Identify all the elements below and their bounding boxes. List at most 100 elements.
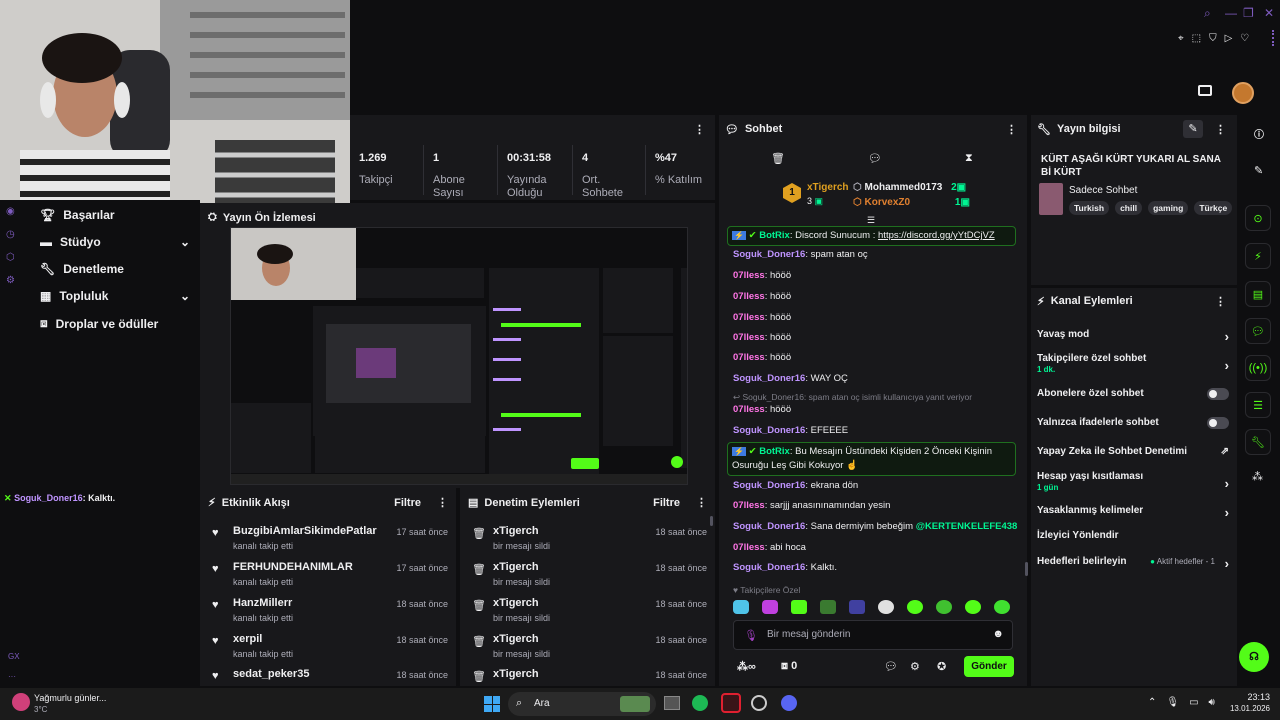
heart-icon[interactable]: ♡ xyxy=(1240,33,1249,44)
chat-user[interactable]: Soguk_Doner16 xyxy=(733,480,805,491)
taskbar-search[interactable]: ⌕ Ara xyxy=(508,692,656,716)
wrench-icon[interactable]: 🔧︎ xyxy=(1245,429,1271,455)
clock-date[interactable]: 13.01.2026 xyxy=(1222,704,1270,713)
mod-row[interactable]: 🗑︎ xTigerch bir mesajı sildi 18 saat önce xyxy=(472,561,707,595)
hourglass-icon[interactable]: ⧗ xyxy=(965,152,973,165)
search-icon[interactable]: ⌕ xyxy=(1204,6,1211,21)
action-subs-only[interactable]: Abonelere özel sohbet xyxy=(1037,388,1229,400)
chat-icon[interactable]: 💬︎ xyxy=(1245,318,1271,344)
emoji-icon[interactable]: ☻ xyxy=(992,628,1004,640)
task-view-icon[interactable] xyxy=(664,696,680,710)
kebab-icon[interactable]: ⋮ xyxy=(1215,123,1226,136)
toggle-switch[interactable] xyxy=(1207,388,1229,400)
chevron-up-icon[interactable]: ⌃ xyxy=(1148,697,1156,708)
nav-studio[interactable]: ▬ Stüdyo ⌄ xyxy=(40,235,190,249)
chat-user[interactable]: 07lless xyxy=(733,291,765,302)
crop-icon[interactable]: ⬚ xyxy=(1192,33,1201,44)
camera-icon[interactable]: ⊙ xyxy=(1245,205,1271,231)
activity-row[interactable]: ♥ BuzgibiAmlarSikimdePatlar kanalı takip e… xyxy=(212,525,448,559)
document-icon[interactable]: ▤ xyxy=(1245,281,1271,307)
tag[interactable]: Turkish xyxy=(1069,201,1110,215)
steam-icon[interactable] xyxy=(751,695,767,711)
clock-time[interactable]: 23:13 xyxy=(1236,692,1270,702)
action-host[interactable]: İzleyici Yönlendir xyxy=(1037,530,1229,541)
emote-face-icon[interactable] xyxy=(849,600,865,614)
emote-blob2-icon[interactable] xyxy=(936,600,952,614)
nav-community[interactable]: ▦ Topluluk ⌄ xyxy=(40,289,190,303)
action-followers-only[interactable]: Takipçilere özel sohbet 1 dk. › xyxy=(1037,353,1229,374)
more-icon[interactable]: ··· xyxy=(8,672,16,681)
tag[interactable]: gaming xyxy=(1148,201,1189,215)
emote-blob-icon[interactable] xyxy=(907,600,923,614)
chat-user[interactable]: 07lless xyxy=(733,312,765,323)
chat-link[interactable]: https://discord.gg/yYtDCjVZ xyxy=(878,230,995,241)
scrollbar[interactable] xyxy=(710,516,713,526)
chat-user[interactable]: 07lless xyxy=(733,542,765,553)
send-button[interactable]: Gönder xyxy=(964,656,1014,677)
badge-icon[interactable]: ✪ xyxy=(937,660,946,673)
pin-icon[interactable]: ⌖ xyxy=(1178,33,1184,44)
chat-scrollbar[interactable] xyxy=(1025,562,1028,576)
leader-row[interactable]: ⬡ Mohammed0173 2▣ xyxy=(853,182,966,193)
activity-row[interactable]: ♥ sedat_peker35 18 saat önce xyxy=(212,668,448,686)
pencil-icon[interactable]: ✎ xyxy=(1254,164,1263,177)
weather-icon[interactable] xyxy=(12,693,30,711)
nav-moderation[interactable]: 🔧︎ Denetleme xyxy=(40,262,190,276)
chat-user[interactable]: Soguk_Doner16 xyxy=(733,521,805,532)
action-banned-words[interactable]: Yasaklanmış kelimeler › xyxy=(1037,505,1229,520)
chat-user[interactable]: Soguk_Doner16 xyxy=(733,425,805,436)
kebab-icon[interactable]: ⋮ xyxy=(696,496,707,509)
gear-icon[interactable]: ⚙ xyxy=(6,275,15,286)
leader-row[interactable]: ⬡ KorvexZ0 1▣ xyxy=(853,197,970,208)
action-account-age[interactable]: Hesap yaşı kısıtlaması 1 gün › xyxy=(1037,471,1229,492)
play-icon[interactable]: ▷ xyxy=(1225,33,1233,44)
toggle-switch[interactable] xyxy=(1207,417,1229,429)
chat-user[interactable]: Soguk_Doner16 xyxy=(733,373,805,384)
tag[interactable]: Türkçe xyxy=(1194,201,1233,215)
nav-achievements[interactable]: 🏆︎ Başarılar xyxy=(40,208,190,222)
network-icon[interactable]: ▭ xyxy=(1189,697,1198,708)
theater-icon[interactable] xyxy=(1198,85,1212,96)
chat-user[interactable]: Soguk_Doner16 xyxy=(733,562,805,573)
category-thumbnail[interactable] xyxy=(1039,183,1063,215)
avatar[interactable] xyxy=(1232,82,1254,104)
chat-bubble-icon[interactable]: 💬︎ xyxy=(868,152,882,165)
spotify-icon[interactable] xyxy=(692,695,708,711)
emote-cat-icon[interactable] xyxy=(733,600,749,614)
trash-icon[interactable]: 🗑︎ xyxy=(771,152,785,165)
nav-drops[interactable]: ⧈ Droplar ve ödüller xyxy=(40,316,190,331)
tag[interactable]: chill xyxy=(1115,201,1143,215)
volume-icon[interactable]: 🔊︎ xyxy=(1209,697,1215,708)
support-icon[interactable]: ☊ xyxy=(1239,642,1269,672)
activity-row[interactable]: ♥ HanzMillerr kanalı takip etti 18 saat önc… xyxy=(212,597,448,631)
chat-user[interactable]: Soguk_Doner16 xyxy=(733,249,805,260)
emote-blob3-icon[interactable] xyxy=(965,600,981,614)
kebab-icon[interactable]: ⋮ xyxy=(437,496,448,509)
shield-icon[interactable]: ⛉ xyxy=(1209,33,1217,44)
chat-users-icon[interactable]: ⁂∞ xyxy=(737,660,756,673)
list-icon[interactable]: ☰ xyxy=(1245,392,1271,418)
leader-name[interactable]: xTigerch xyxy=(807,182,849,193)
activity-filter-button[interactable]: Filtre xyxy=(394,497,421,509)
emote-rocket-icon[interactable] xyxy=(762,600,778,614)
edit-icon[interactable]: ✎ xyxy=(1183,120,1203,138)
minimize-icon[interactable]: — xyxy=(1225,6,1237,20)
action-goals[interactable]: Hedefleri belirleyin ● Aktif hedefler - 1… xyxy=(1037,556,1229,571)
chat-user[interactable]: 07lless xyxy=(733,500,765,511)
kebab-icon[interactable]: ⋮ xyxy=(1006,123,1017,136)
mod-filter-button[interactable]: Filtre xyxy=(653,497,680,509)
category-name[interactable]: Sadece Sohbet xyxy=(1069,185,1137,196)
handle-icon[interactable] xyxy=(1272,30,1275,46)
kebab-icon[interactable]: ⋮ xyxy=(694,123,705,136)
points-display[interactable]: ⧈ 0 xyxy=(781,660,797,673)
opera-gx-icon[interactable] xyxy=(721,693,741,713)
activity-row[interactable]: ♥ FERHUNDEHANIMLAR kanalı takip etti 17 saa… xyxy=(212,561,448,595)
gear-icon[interactable]: ⚙ xyxy=(910,660,920,673)
clock-icon[interactable]: ◷ xyxy=(6,229,15,240)
info-icon[interactable]: ⓘ xyxy=(1254,126,1264,141)
action-slow-mode[interactable]: Yavaş mod › xyxy=(1037,329,1229,344)
kebab-icon[interactable]: ⋮ xyxy=(1215,295,1226,308)
people-icon[interactable]: ⁂ xyxy=(1252,470,1263,483)
chat-user[interactable]: BotRix xyxy=(759,446,790,457)
action-emote-only[interactable]: Yalnızca ifadelerle sohbet xyxy=(1037,417,1229,429)
